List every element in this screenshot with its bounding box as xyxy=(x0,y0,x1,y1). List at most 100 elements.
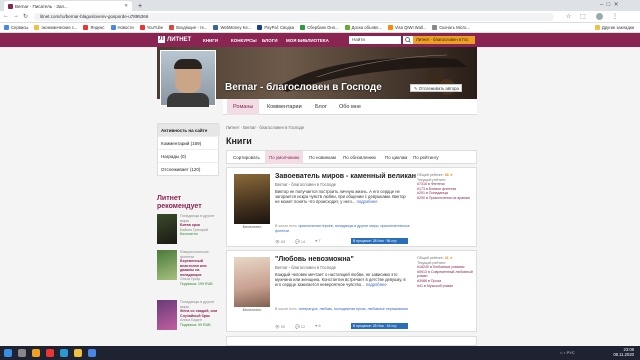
book-cover-image xyxy=(157,250,177,280)
bookmark-item[interactable]: Visa QIWI Wall... xyxy=(387,25,426,30)
bookmark-item[interactable]: Скачать Micro... xyxy=(432,25,470,30)
tab-blog[interactable]: Блог xyxy=(309,99,333,115)
opera-icon[interactable] xyxy=(46,349,54,357)
youtube-icon xyxy=(139,25,145,30)
star-icon: ★ xyxy=(449,173,454,177)
account-button[interactable]: Литнет · благословен в Гос xyxy=(413,36,475,44)
bookmark-item[interactable]: Сбербанк Онл... xyxy=(300,25,339,30)
system-tray[interactable]: ⌂ ♪ РУС xyxy=(560,350,575,355)
bookmark-item[interactable]: Сервисы xyxy=(4,25,28,30)
likes-count: ♥ 6 xyxy=(315,324,321,328)
search-icon[interactable] xyxy=(403,36,413,44)
sort-label: Сортировать xyxy=(233,155,260,160)
site-logo[interactable]: Л ЛИТНЕТ xyxy=(158,36,191,43)
nav-contests[interactable]: КОНКУРСЫ xyxy=(231,38,257,43)
sort-new[interactable]: По новинкам xyxy=(305,151,340,164)
book-rating: Общий рейтинг: 41 ★ Текущий рейтинг: #18… xyxy=(417,256,473,288)
book-cover-image[interactable] xyxy=(234,174,270,224)
bookmark-item[interactable]: Яндекс xyxy=(83,25,105,30)
menu-icon[interactable]: ⋮ xyxy=(612,13,618,20)
volume-icon: ♪ xyxy=(563,350,566,355)
book-author[interactable]: Bernar - благословен в Господе xyxy=(275,182,336,187)
sort-rating[interactable]: По рейтингу xyxy=(409,151,442,164)
book-tags: В числе есть: литература, любовь, молоде… xyxy=(275,307,408,311)
logo-icon: Л xyxy=(158,36,165,43)
skype-icon[interactable] xyxy=(60,349,68,357)
bookmark-item[interactable]: Новости xyxy=(110,25,134,30)
folder-icon[interactable] xyxy=(74,349,82,357)
new-tab-button[interactable]: + xyxy=(134,1,144,11)
book-title[interactable]: Завоеватель миров - каменный великан xyxy=(275,173,416,180)
follow-author-button[interactable]: ✎ Отслеживать автора xyxy=(410,84,462,92)
bookmark-item[interactable]: YouTube xyxy=(139,25,163,30)
stat-following[interactable]: Отслеживает (120) xyxy=(158,163,220,176)
book-description: Каждый человек мечтает о настоящей любви… xyxy=(275,272,406,288)
search-icon[interactable] xyxy=(18,349,26,357)
webmoney-icon xyxy=(213,25,219,30)
close-tab-icon[interactable]: ✕ xyxy=(124,3,128,9)
star-icon[interactable]: ☆ xyxy=(566,13,571,20)
star-icon: ★ xyxy=(449,256,454,260)
bookmark-item[interactable]: экономические с... xyxy=(34,25,77,30)
nav-books[interactable]: КНИГИ xyxy=(203,38,218,43)
bookmark-item[interactable]: WebMoney Ke... xyxy=(213,25,251,30)
os-taskbar xyxy=(0,346,640,360)
reco-item[interactable]: Попаданцы в другие миры Битва орка Байки… xyxy=(157,214,219,246)
free-label: Бесплатно xyxy=(242,225,262,229)
extension-icon[interactable]: ⬚ xyxy=(580,13,586,20)
sort-series[interactable]: По циклам xyxy=(381,151,411,164)
bookmark-item[interactable]: Входящие - те... xyxy=(169,25,207,30)
forward-icon[interactable]: → xyxy=(13,13,19,19)
more-link[interactable]: подробнее xyxy=(366,282,387,287)
book-stats: 👁 83 💬 14 ♥ 7 xyxy=(275,239,321,244)
tab-about[interactable]: Обо мне xyxy=(333,99,367,115)
start-icon[interactable] xyxy=(4,349,12,357)
reco-item[interactable]: Юмористическое фэнтези Беременный власте… xyxy=(157,250,219,286)
microsoft-icon xyxy=(432,25,438,30)
browser-tab-bar: Bernar - Писатель · Зап... ✕ + – □ ✕ xyxy=(0,0,640,11)
profile-avatar[interactable] xyxy=(596,13,603,20)
back-icon[interactable]: ← xyxy=(3,13,9,19)
window-controls[interactable]: – □ ✕ xyxy=(600,1,619,8)
stat-comments[interactable]: Комментарий (169) xyxy=(158,137,220,150)
language-indicator: РУС xyxy=(566,350,575,355)
url-input[interactable]: litnet.com/ru/bernar-blagoslovenv-gospor… xyxy=(34,13,554,21)
firefox-icon[interactable] xyxy=(32,349,40,357)
chrome-icon[interactable] xyxy=(88,349,96,357)
book-card xyxy=(226,336,477,346)
sort-default[interactable]: По умолчанию xyxy=(265,151,304,164)
breadcrumb[interactable]: Литнет · Bernar · благословен в Господе xyxy=(226,125,304,130)
tab-comments[interactable]: Комментарии xyxy=(261,99,308,115)
reload-icon[interactable]: ↻ xyxy=(23,13,28,20)
book-title[interactable]: "Любовь невозможна" xyxy=(275,256,354,263)
system-clock[interactable]: 23:08 08.11.2020 xyxy=(613,347,634,357)
more-link[interactable]: подробнее xyxy=(357,199,378,204)
free-label: Бесплатно xyxy=(242,308,262,312)
reco-item[interactable]: Попаданцы в другие миры Жена со свадой, … xyxy=(157,300,219,332)
mail-icon xyxy=(169,25,175,30)
book-cover-image xyxy=(157,214,177,244)
bookmark-item[interactable]: Доска объявл... xyxy=(344,25,382,30)
nav-library[interactable]: МОЯ БИБЛИОТЕКА xyxy=(286,38,329,43)
recommendations-heading: Литнет рекомендует xyxy=(157,195,202,210)
bookmark-item[interactable]: PayPal: Сводка xyxy=(257,25,294,30)
network-icon: ⌂ xyxy=(560,350,563,355)
board-icon xyxy=(344,25,350,30)
stat-awards[interactable]: Награды (0) xyxy=(158,150,220,163)
sberbank-icon xyxy=(300,25,306,30)
likes-count: ♥ 7 xyxy=(315,239,321,243)
apps-icon xyxy=(4,25,9,30)
book-tags: В числе есть: приключения героев, попада… xyxy=(275,224,410,233)
tab-current[interactable]: Bernar - Писатель · Зап... ✕ xyxy=(4,1,132,11)
book-cover-image[interactable] xyxy=(234,257,270,307)
search-input[interactable]: Найти xyxy=(349,36,401,44)
comments-count: 💬 12 xyxy=(295,325,306,329)
paypal-icon xyxy=(257,25,263,30)
sort-updated[interactable]: По обновлению xyxy=(339,151,380,164)
news-icon xyxy=(110,25,116,30)
book-rating: Общий рейтинг: 36 ★ Текущий рейтинг: #73… xyxy=(417,173,470,200)
other-bookmarks[interactable]: Другие закладки xyxy=(594,25,634,30)
book-author[interactable]: Bernar - благословен в Господе xyxy=(275,265,336,270)
tab-novels[interactable]: Романы xyxy=(227,99,260,115)
nav-blogs[interactable]: БЛОГИ xyxy=(262,38,278,43)
